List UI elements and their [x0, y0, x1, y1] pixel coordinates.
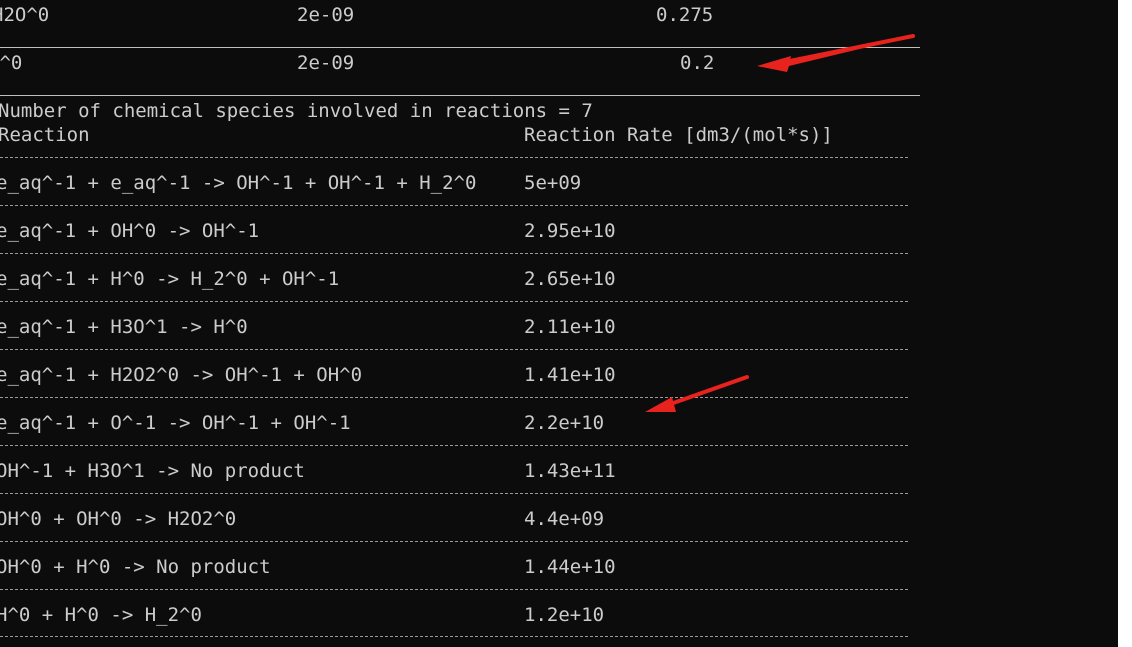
reaction-equation: OH^0 + OH^0 -> H2O2^0 — [0, 508, 237, 530]
row-dashed-divider — [0, 636, 908, 637]
header-dashed-divider — [0, 157, 908, 158]
reaction-equation: e_aq^-1 + O^-1 -> OH^-1 + OH^-1 — [0, 412, 351, 434]
species-value-2: 0.2 — [680, 52, 715, 74]
row-divider — [0, 95, 920, 96]
row-dashed-divider — [0, 301, 908, 302]
row-dashed-divider — [0, 445, 908, 446]
reaction-rate: 1.41e+10 — [524, 364, 616, 386]
reaction-rate: 5e+09 — [524, 172, 582, 194]
reaction-equation: e_aq^-1 + e_aq^-1 -> OH^-1 + OH^-1 + H_2… — [0, 172, 477, 194]
row-dashed-divider — [0, 253, 908, 254]
reaction-rate: 2.95e+10 — [524, 220, 616, 242]
reaction-rate: 2.2e+10 — [524, 412, 605, 434]
row-divider — [0, 47, 920, 48]
species-value-1: 2e-09 — [297, 52, 355, 74]
species-name: O^0 — [0, 52, 23, 74]
reaction-equation: H^0 + H^0 -> H_2^0 — [0, 604, 202, 626]
reaction-rate: 1.44e+10 — [524, 556, 616, 578]
reaction-column-header: Reaction — [0, 124, 90, 146]
console-window[interactable]: H2O^0 2e-09 0.275 O^0 2e-09 0.2 Number o… — [0, 0, 1118, 647]
row-dashed-divider — [0, 541, 908, 542]
row-dashed-divider — [0, 493, 908, 494]
reaction-rate: 2.11e+10 — [524, 316, 616, 338]
reaction-equation: e_aq^-1 + H2O2^0 -> OH^-1 + OH^0 — [0, 364, 363, 386]
rate-column-header: Reaction Rate [dm3/(mol*s)] — [524, 124, 833, 146]
species-value-1: 2e-09 — [297, 4, 355, 26]
row-dashed-divider — [0, 205, 908, 206]
reaction-equation: e_aq^-1 + OH^0 -> OH^-1 — [0, 220, 260, 242]
reaction-equation: OH^-1 + H3O^1 -> No product — [0, 460, 305, 482]
species-value-2: 0.275 — [656, 4, 714, 26]
reaction-rate: 1.2e+10 — [524, 604, 605, 626]
reaction-equation: e_aq^-1 + H3O^1 -> H^0 — [0, 316, 248, 338]
species-name: H2O^0 — [0, 4, 50, 26]
screenshot-area: H2O^0 2e-09 0.275 O^0 2e-09 0.2 Number o… — [0, 0, 1132, 647]
reaction-equation: e_aq^-1 + H^0 -> H_2^0 + OH^-1 — [0, 268, 340, 290]
species-count-line: Number of chemical species involved in r… — [0, 100, 593, 122]
reaction-rate: 1.43e+11 — [524, 460, 616, 482]
reaction-rate: 4.4e+09 — [524, 508, 605, 530]
reaction-rate: 2.65e+10 — [524, 268, 616, 290]
reaction-equation: OH^0 + H^0 -> No product — [0, 556, 271, 578]
row-dashed-divider — [0, 349, 908, 350]
row-dashed-divider — [0, 589, 908, 590]
row-dashed-divider — [0, 397, 908, 398]
